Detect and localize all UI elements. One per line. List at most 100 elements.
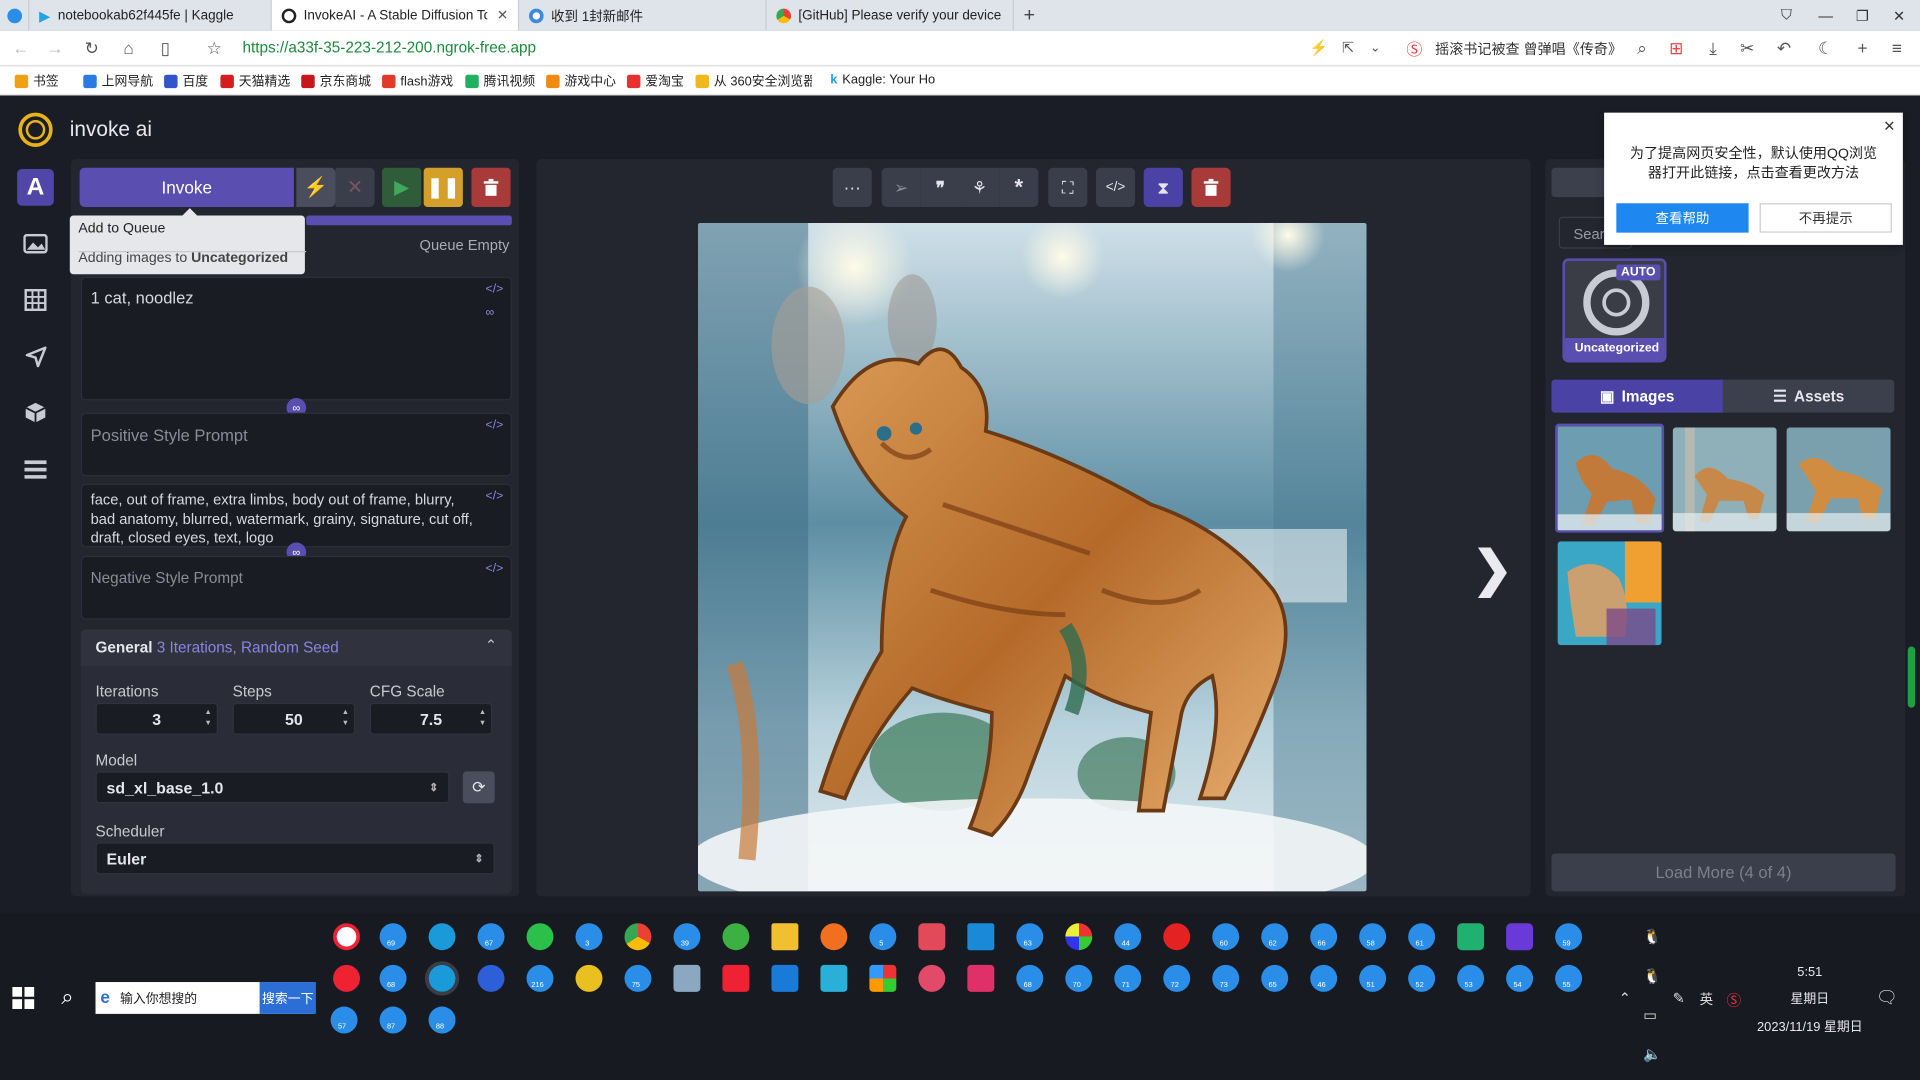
sogou-ime-icon[interactable]: Ⓢ bbox=[1727, 989, 1742, 1010]
system-clock[interactable]: 5:51 星期日 2023/11/19 星期日 bbox=[1756, 965, 1864, 1036]
pen-icon[interactable]: ✎ bbox=[1673, 989, 1685, 1006]
tab-image-to-image[interactable] bbox=[17, 225, 54, 262]
qq-browser-icon[interactable]: 65 bbox=[1261, 964, 1289, 992]
qq-browser-icon[interactable]: 54 bbox=[1506, 964, 1534, 992]
url-field[interactable]: https://a33f-35-223-212-200.ngrok-free.a… bbox=[242, 39, 536, 56]
sogou-icon[interactable]: Ⓢ bbox=[1403, 37, 1425, 59]
forward-icon[interactable]: → bbox=[44, 37, 66, 59]
generated-image[interactable] bbox=[697, 222, 1367, 892]
use-all-button[interactable]: * bbox=[999, 167, 1039, 207]
qq-browser-icon[interactable]: 63 bbox=[1016, 923, 1044, 951]
wps-icon[interactable] bbox=[722, 964, 750, 992]
cfg-scale-input[interactable]: 7.5 ▲ ▼ bbox=[369, 702, 493, 735]
qq-browser-icon[interactable]: 52 bbox=[1408, 964, 1436, 992]
app-icon[interactable] bbox=[869, 964, 897, 992]
browser-menu-icon[interactable] bbox=[0, 0, 30, 31]
progress-images-button[interactable]: ⧗ bbox=[1143, 167, 1183, 207]
qq-browser-icon[interactable]: 68 bbox=[1016, 964, 1044, 992]
pause-queue-button[interactable]: ❚❚ bbox=[423, 167, 463, 207]
qq-browser-icon[interactable]: 73 bbox=[1212, 964, 1240, 992]
wechat-icon[interactable] bbox=[526, 923, 554, 951]
gallery-thumbnail[interactable] bbox=[1672, 427, 1777, 532]
qq-browser-icon[interactable]: 67 bbox=[477, 923, 505, 951]
qq-browser-icon[interactable]: 70 bbox=[1065, 964, 1093, 992]
gallery-thumbnail[interactable] bbox=[1786, 427, 1891, 532]
scrollbar-thumb[interactable] bbox=[1907, 646, 1916, 708]
qq-browser-icon[interactable]: 57 bbox=[330, 1006, 358, 1034]
scheduler-select[interactable]: Euler ⇕ bbox=[95, 842, 495, 875]
chevron-up-icon[interactable]: ⌃ bbox=[1619, 989, 1631, 1006]
close-icon[interactable]: ✕ bbox=[1883, 118, 1895, 135]
code-icon[interactable]: </> bbox=[486, 490, 504, 503]
code-icon[interactable]: </> bbox=[486, 419, 504, 432]
bookmark-item[interactable]: 百度 bbox=[164, 72, 208, 90]
app-icon[interactable] bbox=[967, 964, 995, 992]
bookmark-item[interactable]: flash游戏 bbox=[382, 72, 453, 90]
qq-browser-icon[interactable]: 46 bbox=[1310, 964, 1338, 992]
bookmark-item[interactable]: 京东商城 bbox=[301, 72, 371, 90]
app-icon[interactable] bbox=[918, 964, 946, 992]
negative-prompt-field[interactable]: face, out of frame, extra limbs, body ou… bbox=[80, 483, 512, 548]
app-icon[interactable] bbox=[575, 964, 603, 992]
app-icon[interactable] bbox=[1065, 923, 1093, 951]
cancel-button[interactable]: ✕ bbox=[335, 167, 375, 207]
next-image-button[interactable]: ❯ bbox=[1472, 541, 1513, 597]
invoke-front-button[interactable]: ⚡ bbox=[296, 167, 336, 207]
download-icon[interactable]: ⤓ bbox=[1702, 37, 1724, 59]
app-icon[interactable] bbox=[673, 964, 701, 992]
invoke-button[interactable]: Invoke bbox=[79, 167, 294, 207]
board-uncategorized[interactable]: AUTO Uncategorized bbox=[1562, 258, 1667, 363]
reader-icon[interactable]: ▯ bbox=[154, 37, 176, 59]
app-icon[interactable] bbox=[918, 923, 946, 951]
qq-browser-icon[interactable]: 87 bbox=[379, 1006, 407, 1034]
qq-browser-icon[interactable]: 59 bbox=[1555, 923, 1583, 951]
tab-queue[interactable] bbox=[17, 451, 54, 488]
edge-icon[interactable] bbox=[428, 923, 456, 951]
vivaldi-icon[interactable] bbox=[333, 964, 361, 992]
bookmark-item[interactable]: 爱淘宝 bbox=[626, 72, 684, 90]
scissors-icon[interactable]: ✂ bbox=[1736, 37, 1758, 59]
close-window-button[interactable]: ✕ bbox=[1881, 0, 1918, 31]
load-more-button[interactable]: Load More (4 of 4) bbox=[1551, 853, 1896, 892]
firefox-icon[interactable] bbox=[820, 923, 848, 951]
reload-icon[interactable]: ↻ bbox=[81, 37, 103, 59]
qq-browser-icon[interactable]: 39 bbox=[673, 923, 701, 951]
send-to-button[interactable]: ➢ bbox=[881, 167, 921, 207]
more-options-button[interactable]: ··· bbox=[832, 167, 872, 207]
general-section-header[interactable]: General 3 Iterations, Random Seed ⌃ bbox=[80, 629, 512, 667]
shirt-icon[interactable]: ⛉ bbox=[1768, 0, 1805, 31]
qq-browser-icon[interactable]: 58 bbox=[1359, 923, 1387, 951]
app-icon[interactable] bbox=[967, 923, 995, 951]
tab-images[interactable]: ▣ Images bbox=[1551, 379, 1723, 413]
qq-browser-icon[interactable]: 75 bbox=[624, 964, 652, 992]
stepper-icon[interactable]: ▲ ▼ bbox=[479, 708, 486, 730]
code-icon[interactable]: </> bbox=[486, 283, 504, 296]
share-icon[interactable]: ⇱ bbox=[1337, 37, 1359, 59]
file-explorer-icon[interactable] bbox=[771, 923, 799, 951]
qq-browser-icon[interactable]: 88 bbox=[428, 1006, 456, 1034]
taskbar-search-button[interactable]: 搜索一下 bbox=[259, 982, 316, 1014]
help-button[interactable]: 查看帮助 bbox=[1616, 203, 1749, 233]
qq-browser-icon[interactable]: 53 bbox=[1457, 964, 1485, 992]
qq-browser-icon[interactable]: 66 bbox=[1310, 923, 1338, 951]
star-icon[interactable]: ☆ bbox=[203, 37, 225, 59]
use-seed-button[interactable]: ⚘ bbox=[960, 167, 1000, 207]
negative-style-prompt-field[interactable]: Negative Style Prompt </> bbox=[80, 555, 512, 620]
home-icon[interactable]: ⌂ bbox=[118, 37, 140, 59]
gallery-thumbnail[interactable] bbox=[1557, 541, 1662, 646]
ime-indicator[interactable]: 英 bbox=[1700, 989, 1713, 1009]
browser-tab[interactable]: [GitHub] Please verify your device bbox=[767, 0, 1014, 31]
tab-nodes[interactable] bbox=[17, 338, 54, 375]
clear-queue-button[interactable] bbox=[471, 167, 511, 207]
tab-unified-canvas[interactable] bbox=[17, 282, 54, 319]
stepper-icon[interactable]: ▲ ▼ bbox=[205, 708, 212, 730]
qq-browser-icon[interactable]: 3 bbox=[575, 923, 603, 951]
qq-browser-icon[interactable]: 71 bbox=[1114, 964, 1142, 992]
chevron-down-icon[interactable]: ⌄ bbox=[1364, 37, 1386, 59]
chrome-icon[interactable] bbox=[624, 923, 652, 951]
notification-icon[interactable]: 🗨 bbox=[1876, 987, 1898, 1008]
bookmark-item[interactable]: 腾讯视频 bbox=[465, 72, 535, 90]
iterations-input[interactable]: 3 ▲ ▼ bbox=[95, 702, 218, 735]
windows-start-icon[interactable] bbox=[12, 986, 35, 1009]
search-icon[interactable]: ⌕ bbox=[1631, 37, 1653, 59]
